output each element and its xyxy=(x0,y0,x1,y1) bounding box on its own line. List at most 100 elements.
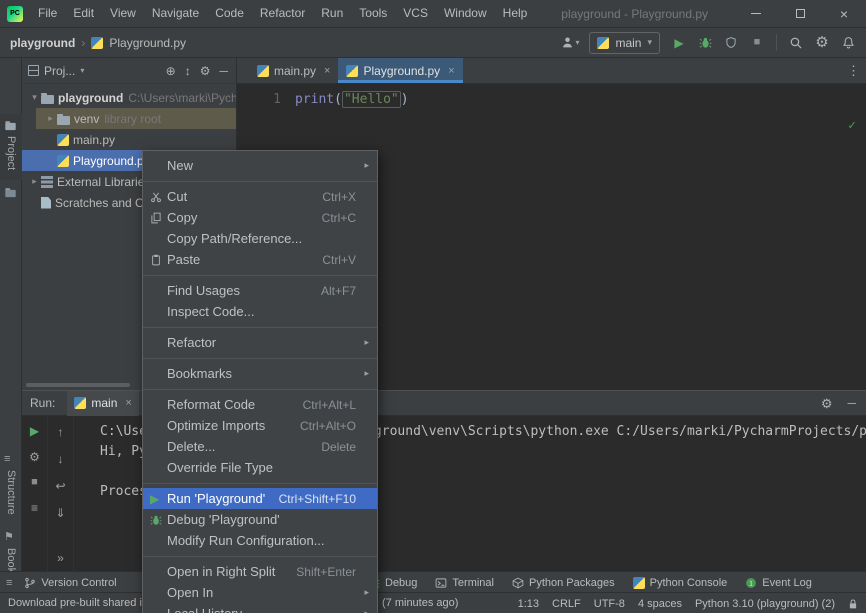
menu-vcs[interactable]: VCS xyxy=(395,0,436,27)
menu-item-find-usages[interactable]: Find UsagesAlt+F7 xyxy=(143,280,377,301)
tree-item-main-py[interactable]: main.py xyxy=(22,129,236,150)
menu-navigate[interactable]: Navigate xyxy=(144,0,207,27)
tab-options-icon[interactable]: ⋮ xyxy=(847,63,860,79)
menu-help[interactable]: Help xyxy=(495,0,536,27)
menu-item-copy[interactable]: CopyCtrl+C xyxy=(143,207,377,228)
menu-item-debug-playground[interactable]: Debug 'Playground' xyxy=(143,509,377,530)
tool-window-button-version-control[interactable]: Version Control xyxy=(24,577,116,589)
run-config-settings-icon[interactable]: ⚙ xyxy=(29,450,40,464)
stripe-project-button[interactable]: Project xyxy=(5,136,17,170)
inspections-ok-icon[interactable]: ✓ xyxy=(848,116,856,136)
tree-item-playground[interactable]: ▾playgroundC:\Users\marki\Pych xyxy=(22,87,236,108)
notifications-button[interactable] xyxy=(836,31,860,55)
menu-run[interactable]: Run xyxy=(313,0,351,27)
down-stack-icon[interactable]: ↓ xyxy=(58,452,64,466)
up-stack-icon[interactable]: ↑ xyxy=(58,425,64,439)
bookmarks-stripe-icon[interactable]: ⚑ xyxy=(4,532,14,543)
run-tab-main[interactable]: main × xyxy=(67,391,138,416)
menu-item-right: ▸ xyxy=(360,608,369,613)
project-tab-label[interactable]: Proj... xyxy=(44,64,75,78)
menu-item-paste[interactable]: PasteCtrl+V xyxy=(143,249,377,270)
hide-run-panel-icon[interactable]: ─ xyxy=(847,396,856,410)
soft-wrap-icon[interactable]: ↩ xyxy=(55,479,65,493)
folder-icon xyxy=(41,95,54,104)
dump-threads-icon[interactable]: ≡ xyxy=(31,501,38,515)
tool-window-button-python-packages[interactable]: Python Packages xyxy=(512,577,615,589)
menu-item-new[interactable]: New▸ xyxy=(143,155,377,176)
menu-view[interactable]: View xyxy=(102,0,144,27)
debug-button[interactable] xyxy=(693,31,717,55)
menu-window[interactable]: Window xyxy=(436,0,495,27)
menu-tools[interactable]: Tools xyxy=(351,0,395,27)
git-widget[interactable]: (7 minutes ago) xyxy=(382,597,458,609)
stripe-structure-button[interactable]: Structure xyxy=(5,470,17,515)
stripe-toggle-icon[interactable]: ≡ xyxy=(6,577,12,589)
tool-window-button-terminal[interactable]: Terminal xyxy=(435,577,494,589)
run-button[interactable]: ▶ xyxy=(667,31,691,55)
editor-tab-playground-py[interactable]: Playground.py× xyxy=(338,58,462,83)
run-config-selector[interactable]: main ▾ xyxy=(589,32,660,54)
menu-item-bookmarks[interactable]: Bookmarks▸ xyxy=(143,363,377,384)
close-tab-icon[interactable]: × xyxy=(125,397,131,409)
menu-item-cut[interactable]: CutCtrl+X xyxy=(143,186,377,207)
panel-settings-icon[interactable]: ⚙ xyxy=(200,65,211,77)
menu-item-copy-path-reference[interactable]: Copy Path/Reference... xyxy=(143,228,377,249)
status-4-spaces[interactable]: 4 spaces xyxy=(638,598,682,610)
tool-window-button-python-console[interactable]: Python Console xyxy=(633,577,728,589)
menu-item-optimize-imports[interactable]: Optimize ImportsCtrl+Alt+O xyxy=(143,415,377,436)
favorites-stripe-icon[interactable] xyxy=(4,186,17,201)
project-stripe-icon[interactable] xyxy=(4,119,17,134)
coverage-button[interactable] xyxy=(719,31,743,55)
chevron-right-icon[interactable]: ▸ xyxy=(44,113,57,124)
scroll-to-end-icon[interactable]: ⇓ xyxy=(55,506,65,520)
user-button[interactable]: ▾ xyxy=(558,31,582,55)
menu-item-reformat-code[interactable]: Reformat CodeCtrl+Alt+L xyxy=(143,394,377,415)
locate-file-icon[interactable]: ⊕ xyxy=(166,65,176,77)
breadcrumb-file[interactable]: Playground.py xyxy=(109,36,186,50)
editor-tab-main-py[interactable]: main.py× xyxy=(249,58,338,83)
rerun-icon[interactable]: ▶ xyxy=(30,425,39,437)
status-crlf[interactable]: CRLF xyxy=(552,598,581,610)
menu-item-refactor[interactable]: Refactor▸ xyxy=(143,332,377,353)
maximize-button[interactable] xyxy=(778,0,822,27)
chevron-down-icon[interactable]: ▾ xyxy=(80,66,84,75)
menu-item-run-playground[interactable]: ▶Run 'Playground'Ctrl+Shift+F10 xyxy=(143,488,377,509)
expand-collapse-icon[interactable]: ↕ xyxy=(185,65,191,77)
settings-button[interactable]: ⚙ xyxy=(810,31,834,55)
menu-item-modify-run-configuration[interactable]: Modify Run Configuration... xyxy=(143,530,377,551)
menu-item-override-file-type[interactable]: Override File Type xyxy=(143,457,377,478)
menu-edit[interactable]: Edit xyxy=(65,0,102,27)
close-tab-icon[interactable]: × xyxy=(448,65,454,77)
run-panel-actions: ⚙ ─ xyxy=(821,396,856,410)
breadcrumb-project[interactable]: playground xyxy=(10,36,75,50)
tool-window-button-event-log[interactable]: 1Event Log xyxy=(745,577,812,589)
hide-panel-icon[interactable]: ─ xyxy=(219,65,228,77)
menu-code[interactable]: Code xyxy=(207,0,252,27)
more-actions-icon[interactable]: » xyxy=(57,551,64,565)
menu-item-inspect-code[interactable]: Inspect Code... xyxy=(143,301,377,322)
menu-refactor[interactable]: Refactor xyxy=(252,0,313,27)
code-line[interactable]: print("Hello") xyxy=(295,90,409,110)
chevron-right-icon[interactable]: ▸ xyxy=(28,176,41,187)
tree-item-venv[interactable]: ▸venvlibrary root xyxy=(22,108,236,129)
menu-item-local-history[interactable]: Local History▸ xyxy=(143,603,377,613)
horizontal-scrollbar[interactable] xyxy=(26,383,130,387)
minimize-button[interactable] xyxy=(734,0,778,27)
menu-item-open-in[interactable]: Open In▸ xyxy=(143,582,377,603)
menu-file[interactable]: File xyxy=(30,0,65,27)
structure-stripe-icon[interactable]: ≡ xyxy=(4,454,10,465)
status-python-3-10-playground-2[interactable]: Python 3.10 (playground) (2) xyxy=(695,598,835,610)
run-settings-icon[interactable]: ⚙ xyxy=(821,397,833,410)
close-tab-icon[interactable]: × xyxy=(324,65,330,77)
lock-icon[interactable] xyxy=(848,598,858,610)
menu-item-open-in-right-split[interactable]: Open in Right SplitShift+Enter xyxy=(143,561,377,582)
status-1-13[interactable]: 1:13 xyxy=(518,598,539,610)
status-utf-8[interactable]: UTF-8 xyxy=(594,598,625,610)
stop-process-icon[interactable]: ■ xyxy=(31,477,38,488)
close-button[interactable]: × xyxy=(822,0,866,27)
search-everywhere-button[interactable] xyxy=(784,31,808,55)
menu-item-delete[interactable]: Delete...Delete xyxy=(143,436,377,457)
chevron-down-icon[interactable]: ▾ xyxy=(28,92,41,103)
stop-button[interactable]: ■ xyxy=(745,31,769,55)
pycharm-logo-icon[interactable]: PC xyxy=(7,6,23,22)
